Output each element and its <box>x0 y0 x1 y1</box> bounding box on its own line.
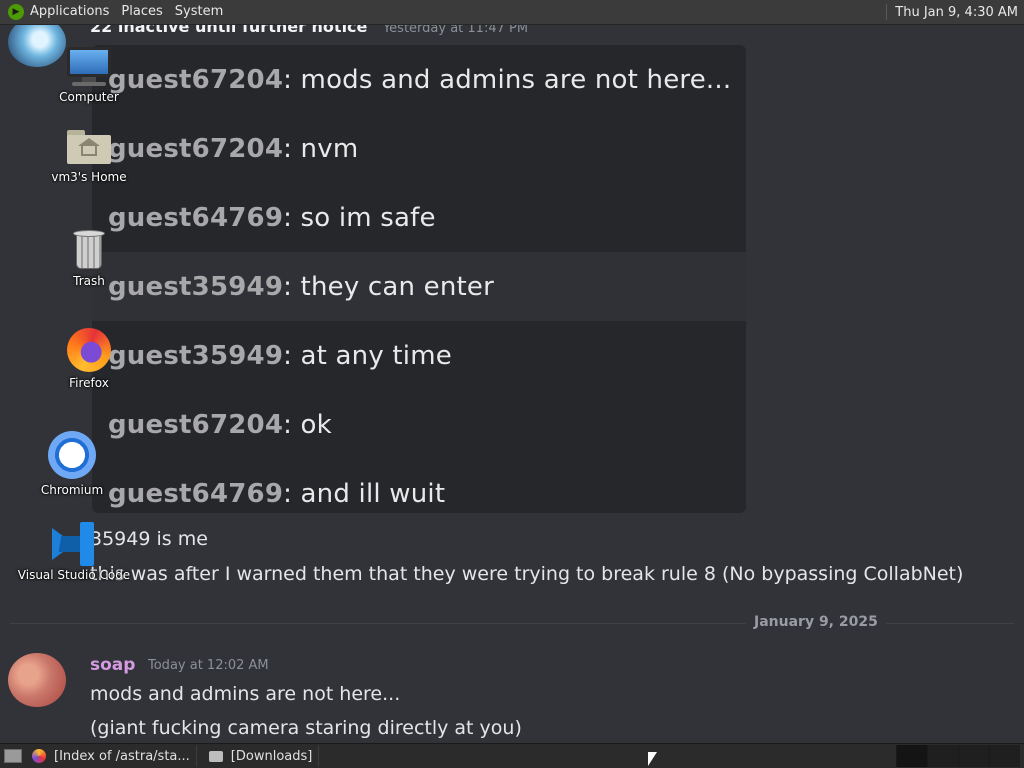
previous-message-timestamp: Yesterday at 11:47 PM <box>382 25 529 36</box>
embed-row-highlighted: guest35949: they can enter <box>92 252 746 321</box>
desktop-icon-label: Computer <box>59 90 119 104</box>
message-line: this was after I warned them that they w… <box>90 563 964 585</box>
bottom-panel: [Index of /astra/sta... [Downloads] <box>0 743 1024 768</box>
desktop-icon-label: Visual Studio Code <box>17 568 131 582</box>
embed-username: guest67204 <box>108 64 284 95</box>
taskbar-item-downloads[interactable]: [Downloads] <box>203 745 320 767</box>
desktop-icon-home[interactable]: vm3's Home <box>44 130 134 184</box>
menu-places[interactable]: Places <box>115 0 168 24</box>
firefox-icon <box>67 328 111 372</box>
embed-text: : at any time <box>283 340 452 371</box>
avatar[interactable] <box>8 653 66 707</box>
embed-row: guest67204: nvm <box>92 114 746 183</box>
trash-icon <box>73 230 105 270</box>
embed-text: : nvm <box>283 133 359 164</box>
chat-screenshot-embed[interactable]: guest67204: mods and admins are not here… <box>92 45 746 513</box>
desktop-icon-trash[interactable]: Trash <box>56 230 122 288</box>
embed-username: guest67204 <box>108 409 284 440</box>
desktop-icon-label: Chromium <box>40 483 104 497</box>
clock[interactable]: Thu Jan 9, 4:30 AM <box>895 5 1024 20</box>
desktop-icon-chromium[interactable]: Chromium <box>34 431 110 497</box>
firefox-icon <box>32 749 46 763</box>
mouse-cursor-icon <box>648 752 657 766</box>
taskbar-item-label: [Index of /astra/sta... <box>54 748 190 764</box>
workspace-1[interactable] <box>896 745 927 767</box>
desktop-icon-firefox[interactable]: Firefox <box>56 328 122 390</box>
embed-row: guest64769: and ill wuit <box>92 459 746 513</box>
show-desktop-icon[interactable] <box>4 749 22 763</box>
desktop-icon-vscode[interactable]: Visual Studio Code <box>14 522 134 582</box>
taskbar-item-label: [Downloads] <box>230 748 313 764</box>
embed-text: : and ill wuit <box>283 478 446 509</box>
embed-username: guest35949 <box>108 271 284 302</box>
embed-username: guest67204 <box>108 133 284 164</box>
chromium-icon <box>48 431 96 479</box>
embed-row: guest35949: at any time <box>92 321 746 390</box>
previous-message: 22 inactive until further notice Yesterd… <box>90 25 528 36</box>
chat-area: 22 inactive until further notice Yesterd… <box>0 25 1024 743</box>
embed-username: guest64769 <box>108 202 284 233</box>
message-timestamp: Today at 12:02 AM <box>148 658 269 673</box>
message-line: mods and admins are not here... <box>90 683 401 705</box>
previous-message-text: 22 inactive until further notice <box>90 25 368 36</box>
message-line: (giant fucking camera staring directly a… <box>90 717 522 739</box>
computer-icon <box>65 47 113 86</box>
top-panel: ▶ Applications Places System Thu Jan 9, … <box>0 0 1024 25</box>
embed-username: guest64769 <box>108 478 284 509</box>
embed-row: guest67204: mods and admins are not here… <box>92 45 746 114</box>
home-folder-icon <box>67 130 111 166</box>
embed-text: : so im safe <box>283 202 436 233</box>
date-divider-label: January 9, 2025 <box>746 614 886 630</box>
desktop-icon-label: Trash <box>73 274 105 288</box>
vscode-icon <box>52 522 96 566</box>
embed-row: guest67204: ok <box>92 390 746 459</box>
embed-text: : they can enter <box>283 271 494 302</box>
embed-text: : mods and admins are not here... <box>283 64 732 95</box>
folder-icon <box>208 750 223 762</box>
embed-text: : ok <box>283 409 332 440</box>
workspace-switcher[interactable] <box>896 745 1020 767</box>
workspace-2[interactable] <box>927 745 958 767</box>
menu-system[interactable]: System <box>169 0 229 24</box>
embed-row: guest64769: so im safe <box>92 183 746 252</box>
panel-separator <box>886 4 888 20</box>
desktop-icon-label: Firefox <box>69 376 109 390</box>
menu-applications[interactable]: Applications <box>24 0 115 24</box>
message-author[interactable]: soap <box>90 655 135 675</box>
applications-logo-icon[interactable]: ▶ <box>8 4 24 20</box>
workspace-4[interactable] <box>989 745 1020 767</box>
workspace-3[interactable] <box>958 745 989 767</box>
embed-username: guest35949 <box>108 340 284 371</box>
desktop-icon-computer[interactable]: Computer <box>48 47 130 104</box>
desktop-icon-label: vm3's Home <box>51 170 127 184</box>
taskbar-item-firefox[interactable]: [Index of /astra/sta... <box>26 745 197 767</box>
